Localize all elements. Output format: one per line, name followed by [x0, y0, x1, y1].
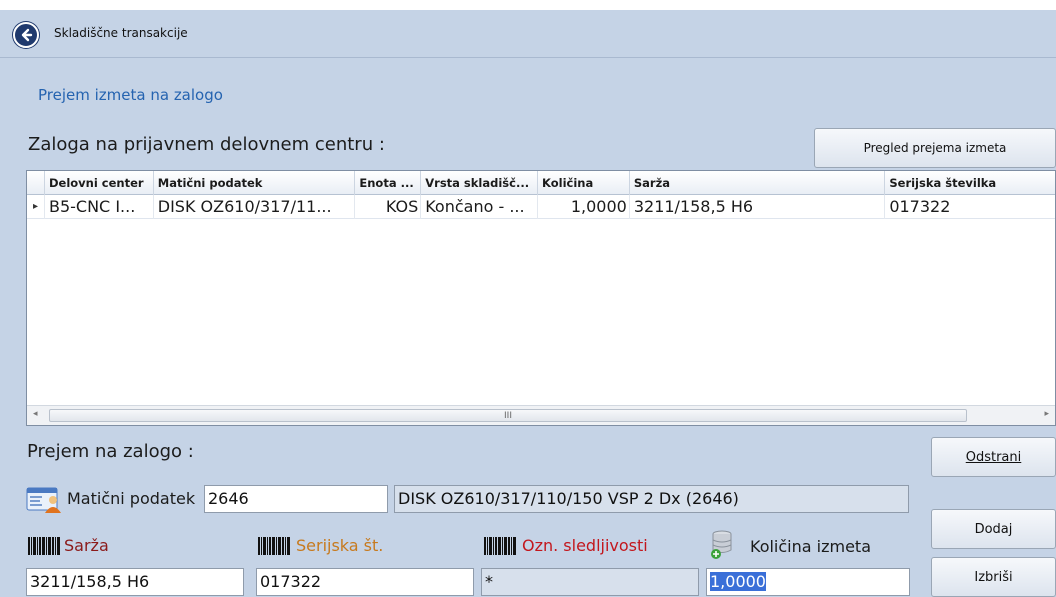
- grid-header: Delovni center Matični podatek Enota ...…: [27, 171, 1055, 195]
- add-button-wrapper[interactable]: Dodaj: [931, 509, 1056, 549]
- master-data-description: DISK OZ610/317/110/150 VSP 2 Dx (2646): [394, 485, 909, 513]
- quantity-input[interactable]: 1,0000: [706, 568, 910, 596]
- quantity-value: 1,0000: [710, 572, 766, 591]
- master-data-input[interactable]: 2646: [204, 485, 388, 513]
- receipt-section-title: Prejem na zalogo :: [27, 441, 194, 462]
- page-subtitle: Prejem izmeta na zalogo: [38, 86, 223, 104]
- scroll-left-icon[interactable]: ◂: [33, 409, 38, 419]
- barcode-icon: [484, 535, 516, 555]
- stock-section-title: Zaloga na prijavnem delovnem centru :: [28, 134, 385, 155]
- cell-work-center[interactable]: B5-CNC I...: [45, 195, 154, 219]
- column-header-unit[interactable]: Enota ...: [355, 171, 422, 195]
- scrollbar-thumb[interactable]: III: [49, 409, 967, 422]
- serial-label: Serijska št.: [296, 536, 384, 555]
- batch-label: Sarža: [64, 536, 109, 555]
- cell-warehouse-type[interactable]: Končano - ...: [421, 195, 538, 219]
- table-row[interactable]: ▸ B5-CNC I... DISK OZ610/317/11... KOS K…: [27, 195, 1055, 219]
- id-card-user-icon: [26, 485, 62, 513]
- title-bar: Skladiščne transakcije: [0, 10, 1056, 58]
- add-button[interactable]: Dodaj: [975, 522, 1013, 537]
- cell-serial-number[interactable]: 017322: [885, 195, 1055, 219]
- batch-input[interactable]: 3211/158,5 H6: [26, 568, 244, 596]
- trace-label: Ozn. sledljivosti: [522, 536, 648, 555]
- overview-button[interactable]: Pregled prejema izmeta: [814, 128, 1056, 168]
- cell-master-data[interactable]: DISK OZ610/317/11...: [154, 195, 356, 219]
- barcode-icon: [28, 535, 60, 555]
- window-title: Skladiščne transakcije: [54, 26, 188, 40]
- barcode-icon: [258, 535, 290, 555]
- remove-button[interactable]: Odstrani: [931, 437, 1056, 477]
- cell-batch[interactable]: 3211/158,5 H6: [630, 195, 886, 219]
- column-header-master-data[interactable]: Matični podatek: [154, 171, 356, 195]
- stock-grid: Delovni center Matični podatek Enota ...…: [26, 170, 1056, 426]
- column-header-serial-number[interactable]: Serijska številka: [885, 171, 1055, 195]
- scroll-right-icon[interactable]: ▸: [1044, 409, 1049, 419]
- cell-quantity[interactable]: 1,0000: [538, 195, 630, 219]
- back-arrow-icon[interactable]: [13, 22, 39, 48]
- serial-input[interactable]: 017322: [256, 568, 474, 596]
- horizontal-scrollbar[interactable]: ◂ III ▸: [27, 405, 1055, 425]
- master-data-label: Matični podatek: [67, 489, 196, 508]
- scrollbar-grip-icon: III: [504, 410, 512, 421]
- row-selector-icon: ▸: [27, 195, 45, 219]
- column-header-batch[interactable]: Sarža: [630, 171, 886, 195]
- delete-button[interactable]: Izbriši: [931, 557, 1056, 597]
- trace-input: *: [481, 568, 699, 596]
- database-add-icon: [708, 528, 738, 560]
- column-header-work-center[interactable]: Delovni center: [45, 171, 154, 195]
- top-strip: [0, 0, 1056, 10]
- column-header-quantity[interactable]: Količina: [538, 171, 630, 195]
- grid-header-selector: [27, 171, 45, 195]
- quantity-label: Količina izmeta: [750, 537, 871, 556]
- column-header-warehouse-type[interactable]: Vrsta skladišč...: [421, 171, 539, 195]
- cell-unit[interactable]: KOS: [355, 195, 422, 219]
